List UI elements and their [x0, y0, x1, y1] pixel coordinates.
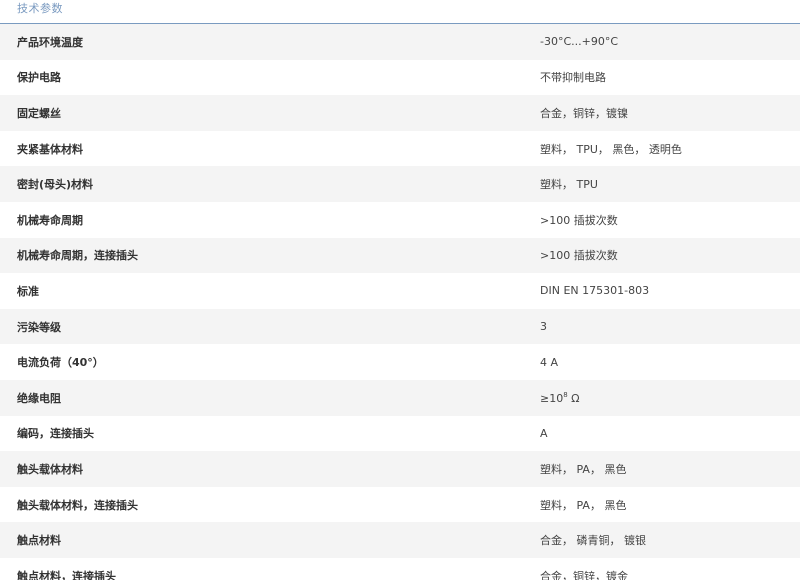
spec-value: 合金，铜锌，镀金: [540, 569, 628, 580]
tech-specs-page: 技术参数 产品环境温度 -30°C...+90°C 保护电路 不带抑制电路 固定…: [0, 0, 800, 580]
spec-value: -30°C...+90°C: [540, 35, 619, 49]
spec-label: 标准: [17, 284, 39, 298]
spec-label: 机械寿命周期: [17, 213, 83, 227]
spec-label: 绝缘电阻: [17, 391, 61, 405]
spec-value: 3: [540, 320, 547, 334]
spec-value: >100 插拔次数: [540, 249, 618, 263]
spec-label: 触点材料: [17, 534, 61, 548]
spec-label: 触头载体材料: [17, 462, 83, 476]
spec-value: 4 A: [540, 355, 559, 369]
spec-value: 合金，铜锌，镀镍: [540, 106, 628, 120]
table-row: 绝缘电阻 ≥108 Ω: [0, 379, 800, 416]
table-row: 触点材料 合金， 磷青铜， 镀银: [0, 522, 800, 558]
spec-value-unit: Ω: [567, 391, 580, 405]
table-row: 电流负荷（40°） 4 A: [0, 344, 800, 380]
spec-label: 触点材料，连接插头: [17, 569, 116, 580]
spec-label: 污染等级: [17, 320, 61, 334]
table-row: 产品环境温度 -30°C...+90°C: [0, 24, 800, 60]
spec-value: 不带抑制电路: [540, 71, 606, 85]
spec-value: ≥108 Ω: [523, 391, 800, 405]
spec-value: 塑料， TPU: [540, 178, 598, 192]
spec-label: 密封(母头)材料: [17, 178, 94, 192]
spec-label: 电流负荷（40°）: [17, 356, 104, 370]
spec-value: A: [540, 426, 548, 440]
table-row: 密封(母头)材料 塑料， TPU: [0, 166, 800, 202]
table-row: 编码，连接插头 A: [0, 415, 800, 452]
table-row: 触头载体材料 塑料， PA， 黑色: [0, 451, 800, 487]
spec-label: 保护电路: [17, 71, 61, 85]
table-row: 机械寿命周期 >100 插拔次数: [0, 201, 800, 238]
table-row: 标准 DIN EN 175301-803: [0, 273, 800, 309]
table-row: 固定螺丝 合金，铜锌，镀镍: [0, 95, 800, 131]
spec-value: 塑料， PA， 黑色: [540, 498, 627, 512]
table-row: 机械寿命周期，连接插头 >100 插拔次数: [0, 237, 800, 274]
spec-value-base: ≥10: [540, 391, 564, 405]
table-row: 污染等级 3: [0, 308, 800, 345]
spec-value: 塑料， TPU， 黑色， 透明色: [540, 142, 682, 156]
specs-table: 产品环境温度 -30°C...+90°C 保护电路 不带抑制电路 固定螺丝 合金…: [0, 24, 800, 580]
spec-value: 合金， 磷青铜， 镀银: [540, 534, 646, 548]
spec-label: 产品环境温度: [17, 35, 83, 49]
table-row: 触头载体材料，连接插头 塑料， PA， 黑色: [0, 486, 800, 523]
spec-label: 编码，连接插头: [17, 427, 94, 441]
spec-label: 固定螺丝: [17, 106, 61, 120]
section-header: 技术参数: [0, 0, 800, 24]
table-row: 触点材料，连接插头 合金，铜锌，镀金: [0, 557, 800, 580]
spec-label: 机械寿命周期，连接插头: [17, 249, 138, 263]
spec-value: DIN EN 175301-803: [540, 284, 650, 298]
spec-value: 塑料， PA， 黑色: [540, 462, 627, 476]
spec-value: >100 插拔次数: [540, 213, 618, 227]
section-title: 技术参数: [17, 2, 63, 15]
spec-label: 触头载体材料，连接插头: [17, 498, 138, 512]
table-row: 保护电路 不带抑制电路: [0, 59, 800, 96]
table-row: 夹紧基体材料 塑料， TPU， 黑色， 透明色: [0, 130, 800, 167]
spec-label: 夹紧基体材料: [17, 142, 83, 156]
